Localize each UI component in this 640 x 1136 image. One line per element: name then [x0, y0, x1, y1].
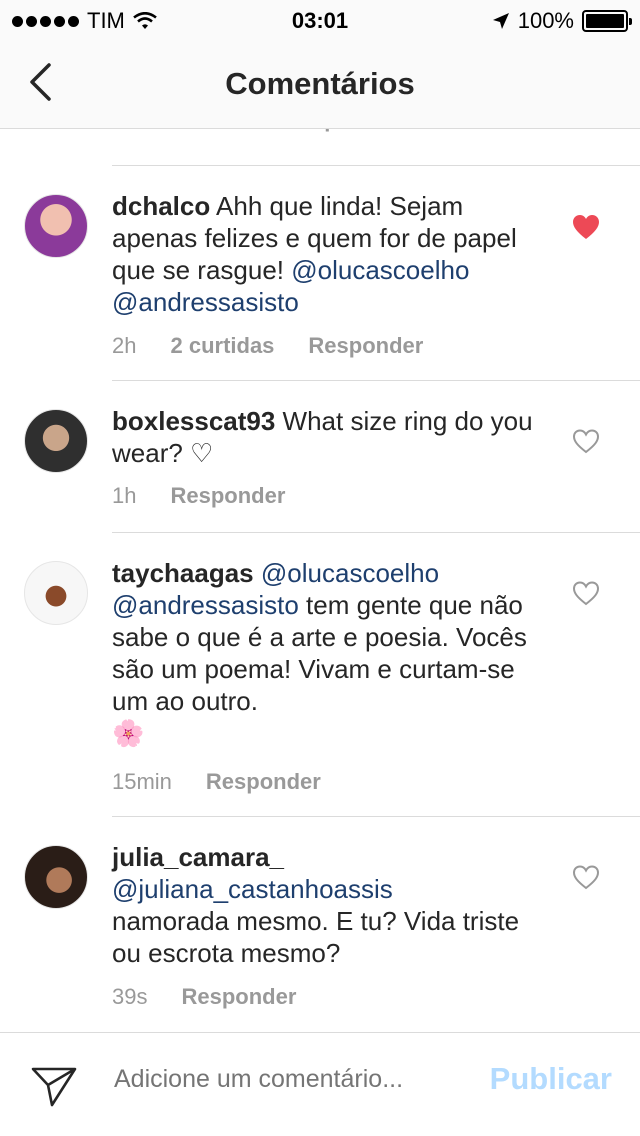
heart-outline-icon[interactable] — [572, 580, 600, 606]
comment-time: 2h — [112, 129, 136, 143]
status-right: 100% — [492, 8, 632, 34]
reply-button[interactable]: Responder — [206, 769, 321, 795]
likes-count[interactable]: 2 curtidas — [170, 333, 274, 359]
comment-item: dchalco Ahh que linda! Sejam apenas feli… — [0, 166, 640, 380]
comment-text: dchalco Ahh que linda! Sejam apenas feli… — [112, 190, 542, 318]
mention-link[interactable]: @juliana_castanhoassis — [112, 874, 393, 904]
comment-meta: 39s Responder — [112, 984, 296, 1010]
avatar[interactable] — [24, 194, 88, 258]
direct-send-icon[interactable] — [30, 1063, 78, 1107]
comment-username[interactable]: boxlesscat93 — [112, 406, 275, 436]
comment-item: taychaagas @olucascoelho @andressasisto … — [0, 533, 640, 816]
likes-count[interactable]: 1 curtiu — [170, 129, 249, 143]
avatar[interactable] — [24, 561, 88, 625]
heart-filled-icon[interactable] — [572, 214, 600, 240]
battery-percentage: 100% — [517, 8, 574, 33]
partial-comment-meta: 2h 1 curtiu Responder — [112, 129, 399, 143]
reply-button[interactable]: Responder — [170, 483, 285, 509]
mention-link[interactable]: @olucascoelho — [261, 558, 439, 588]
reply-button[interactable]: Responder — [181, 984, 296, 1010]
comment-input[interactable] — [114, 1065, 464, 1094]
comment-item: boxlesscat93 What size ring do you wear?… — [0, 381, 640, 532]
mention-link[interactable]: @olucascoelho — [291, 255, 469, 285]
heart-outline-icon[interactable] — [572, 864, 600, 890]
comment-item: julia_camara_ @juliana_castanhoassis namo… — [0, 817, 640, 1032]
comment-time: 15min — [112, 769, 172, 794]
comment-text: boxlesscat93 What size ring do you wear?… — [112, 405, 542, 469]
location-arrow-icon — [492, 13, 509, 29]
mention-link[interactable]: @andressasisto — [112, 287, 299, 317]
comment-meta: 15min Responder — [112, 769, 321, 795]
reply-button[interactable]: Responder — [284, 129, 399, 143]
battery-icon — [582, 10, 632, 32]
comment-time: 39s — [112, 984, 148, 1009]
flower-emoji: 🌸 — [112, 718, 145, 748]
avatar[interactable] — [24, 845, 88, 909]
reply-button[interactable]: Responder — [308, 333, 423, 359]
comment-username[interactable]: dchalco — [112, 191, 210, 221]
comment-meta: 1h Responder — [112, 483, 285, 509]
comment-text: julia_camara_ @juliana_castanhoassis namo… — [112, 841, 542, 969]
comments-list[interactable]: 2h 1 curtiu Responder dchalco Ahh que li… — [0, 129, 640, 1032]
status-bar: TIM 03:01 100% — [0, 0, 640, 40]
comment-composer: Publicar — [0, 1032, 640, 1136]
avatar[interactable] — [24, 409, 88, 473]
comment-username[interactable]: taychaagas — [112, 558, 254, 588]
mention-link[interactable]: @andressasisto — [112, 590, 299, 620]
comment-body: namorada mesmo. E tu? Vida triste ou esc… — [112, 906, 520, 968]
page-title: Comentários — [225, 66, 415, 101]
comment-time: 2h — [112, 333, 137, 358]
comment-meta: 2h 2 curtidas Responder — [112, 333, 423, 359]
heart-outline-icon[interactable] — [572, 428, 600, 454]
navigation-bar: Comentários — [0, 40, 640, 129]
comment-username[interactable]: julia_camara_ — [112, 842, 284, 872]
comment-text: taychaagas @olucascoelho @andressasisto … — [112, 557, 542, 749]
publish-button[interactable]: Publicar — [490, 1061, 612, 1097]
comment-time: 1h — [112, 483, 137, 508]
